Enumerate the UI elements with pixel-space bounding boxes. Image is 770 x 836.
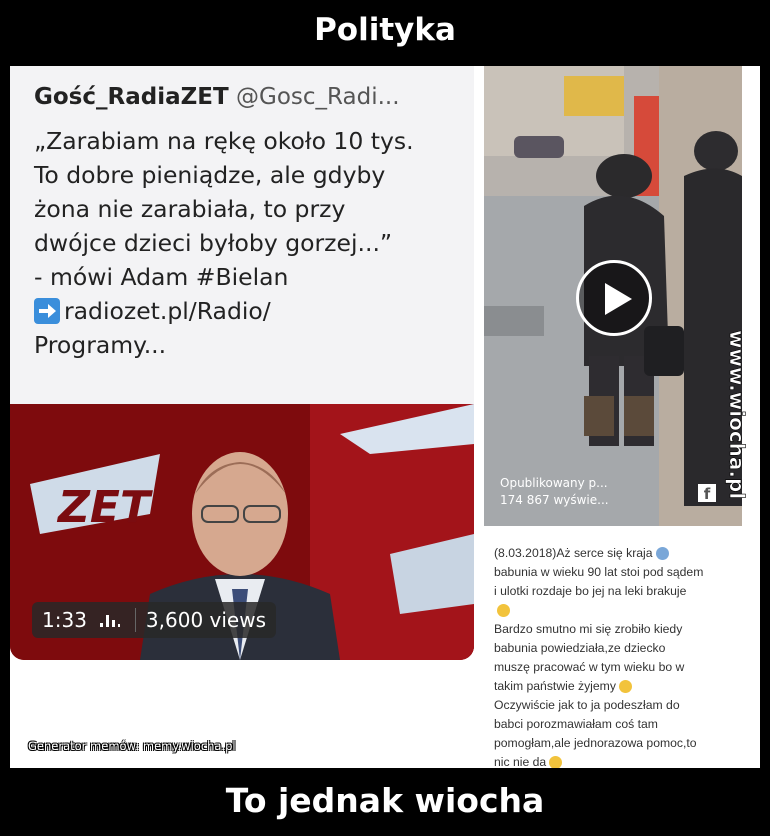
post-line: babci porozmawiałam coś tam	[494, 717, 658, 731]
watermark: www.wiocha.pl	[725, 330, 750, 499]
post-line: muszę pracować w tym wieku bo w	[494, 660, 685, 674]
video-views: 3,600 views	[145, 608, 267, 632]
tweet-line: żona nie zarabiała, to przy	[34, 195, 346, 223]
post-line: Oczywiście jak to ja podeszłam do	[494, 698, 680, 712]
tweet-link-text[interactable]: radiozet.pl/Radio/	[64, 294, 271, 328]
disappointed-face-icon	[549, 756, 563, 768]
tweet-card: Gość_RadiaZET @Gosc_Radi... „Zarabiam na…	[10, 66, 474, 660]
meme-panel: Gość_RadiaZET @Gosc_Radi... „Zarabiam na…	[10, 66, 760, 768]
video-stats-badge: 1:33 3,600 views	[32, 602, 277, 638]
views-label: 174 867 wyświe...	[500, 493, 609, 507]
generator-credit: Generator memów: memy.wiocha.pl	[28, 739, 236, 753]
post-line: nic nie da	[494, 753, 744, 768]
tweet-link[interactable]: radiozet.pl/Radio/	[34, 294, 454, 328]
post-line	[494, 601, 744, 620]
play-icon[interactable]	[576, 260, 652, 336]
post-line: Bardzo smutno mi się zrobiło kiedy	[494, 622, 683, 636]
tweet-link-text-continued[interactable]: Programy...	[34, 328, 454, 362]
tweet-line: To dobre pieniądze, ale gdyby	[34, 161, 386, 189]
arrow-right-icon	[34, 298, 60, 324]
post-video-thumbnail[interactable]: Opublikowany p... 174 867 wyświe... f	[484, 66, 742, 526]
signal-bars-icon	[99, 608, 121, 632]
tweet-header: Gość_RadiaZET @Gosc_Radi...	[34, 84, 400, 110]
worried-face-icon	[618, 680, 632, 694]
post-line: i ulotki rozdaje bo jej na leki brakuje	[494, 584, 687, 598]
tweet-line: „Zarabiam na rękę około 10 tys.	[34, 127, 414, 155]
zet-logo: ZET	[56, 482, 153, 533]
post-description: (8.03.2018)Aż serce się kraja babunia w …	[494, 544, 744, 768]
tweet-line: dwójce dzieci byłoby gorzej...”	[34, 229, 393, 257]
sad-face-icon	[497, 604, 510, 618]
meme-title: Polityka	[314, 12, 456, 48]
tweet-author-handle[interactable]: @Gosc_Radi...	[236, 84, 400, 110]
tweet-author-name[interactable]: Gość_RadiaZET	[34, 84, 229, 110]
post-line: pomogłam,ale jednorazowa pomoc,to	[494, 736, 697, 750]
badge-divider	[134, 608, 136, 632]
published-label: Opublikowany p...	[500, 476, 608, 490]
crying-face-icon	[655, 547, 669, 561]
facebook-icon[interactable]: f	[698, 484, 716, 503]
post-line: babunia w wieku 90 lat stoi pod sądem	[494, 565, 704, 579]
post-line: takim państwie żyjemy	[494, 677, 744, 696]
tweet-text: „Zarabiam na rękę około 10 tys. To dobre…	[34, 124, 454, 362]
post-line: babunia powiedziała,ze dziecko	[494, 641, 666, 655]
video-duration: 1:33	[42, 608, 87, 632]
post-line: (8.03.2018)Aż serce się kraja	[494, 544, 744, 563]
meme-caption: To jednak wiocha	[225, 781, 545, 820]
watermark-text: www.wiocha.pl	[725, 330, 749, 499]
tweet-line: - mówi Adam #Bielan	[34, 263, 289, 291]
